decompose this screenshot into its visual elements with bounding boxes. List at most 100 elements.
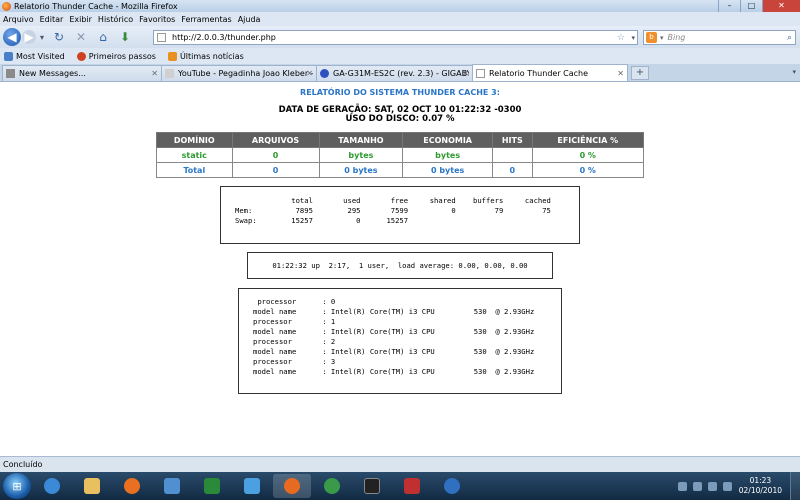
cmd-icon	[364, 478, 380, 494]
clock[interactable]: 01:23 02/10/2010	[739, 476, 782, 496]
media-player-icon	[124, 478, 140, 494]
cpu-output-box: processor : 0 model name : Intel(R) Core…	[238, 288, 562, 394]
url-dropdown-icon[interactable]: ▾	[631, 34, 635, 42]
cache-stats-table: DOMÍNIO ARQUIVOS TAMANHO ECONOMIA HITS E…	[156, 132, 644, 178]
close-button[interactable]: ✕	[762, 0, 800, 12]
most-visited-icon	[4, 51, 13, 61]
bookmark-label: Most Visited	[16, 51, 65, 61]
table-row: Total 0 0 bytes 0 bytes 0 0 %	[156, 162, 644, 178]
forward-icon[interactable]: ▶	[22, 30, 36, 44]
tab-label: New Messages...	[19, 69, 86, 78]
taskbar-cmd[interactable]	[353, 474, 391, 498]
taskbar-windows-media[interactable]	[153, 474, 191, 498]
column-header: ECONOMIA	[402, 132, 494, 148]
menu-exibir[interactable]: Exibir	[66, 15, 95, 24]
address-bar[interactable]: http://2.0.0.3/thunder.php ☆ ▾	[153, 30, 638, 45]
tab-strip: New Messages... ✕ YouTube - Pegadinha Jo…	[0, 64, 800, 82]
table-cell: 0	[231, 147, 320, 163]
engine-dropdown-icon[interactable]: ▾	[660, 34, 664, 42]
table-cell: Total	[156, 162, 233, 178]
taskbar-gigabyte[interactable]	[393, 474, 431, 498]
home-icon[interactable]: ⌂	[92, 30, 114, 44]
taskbar-ie[interactable]	[33, 474, 71, 498]
gigabyte-icon	[404, 478, 420, 494]
new-tab-button[interactable]: +	[631, 66, 649, 80]
explorer-icon	[84, 478, 100, 494]
windows-taskbar: ⊞ 01:23 02/10/2010	[0, 472, 800, 500]
menu-historico[interactable]: Histórico	[95, 15, 136, 24]
column-header: HITS	[492, 132, 533, 148]
table-cell: 0 bytes	[318, 162, 404, 178]
bookmark-star-icon[interactable]: ☆	[617, 33, 625, 43]
menu-editar[interactable]: Editar	[37, 15, 67, 24]
tab-favicon	[320, 69, 329, 78]
menu-ferramentas[interactable]: Ferramentas	[178, 15, 234, 24]
taskbar-chrome[interactable]	[313, 474, 351, 498]
status-text: Concluído	[3, 460, 43, 469]
menu-favoritos[interactable]: Favoritos	[136, 15, 178, 24]
window-title: Relatorio Thunder Cache - Mozilla Firefo…	[14, 1, 178, 11]
memory-output: total used free shared buffers cached Me…	[235, 196, 551, 225]
excel-icon	[204, 478, 220, 494]
volume-icon[interactable]	[722, 481, 732, 491]
history-dropdown-icon[interactable]: ▾	[36, 33, 48, 42]
report-header: DATA DE GERAÇÃO: SAT, 02 OCT 10 01:22:32…	[0, 106, 800, 124]
column-header: TAMANHO	[318, 132, 404, 148]
show-desktop-button[interactable]	[790, 472, 800, 500]
menu-arquivo[interactable]: Arquivo	[0, 15, 37, 24]
taskbar-explorer[interactable]	[73, 474, 111, 498]
close-tab-icon[interactable]: ✕	[617, 69, 624, 78]
live-messenger-icon	[244, 478, 260, 494]
back-icon[interactable]: ◀	[3, 28, 21, 46]
show-hidden-icons-icon[interactable]	[677, 481, 687, 491]
bookmark-primeiros-passos[interactable]: Primeiros passos	[76, 51, 156, 61]
table-cell: 0 %	[531, 162, 644, 178]
tab-label: YouTube - Pegadinha Joao Kleber -...	[178, 69, 313, 78]
firefox-icon	[284, 478, 300, 494]
start-button[interactable]: ⊞	[3, 473, 31, 499]
tab-gigabyte[interactable]: GA-G31M-ES2C (rev. 2.3) - GIGABYTE ... ✕	[316, 65, 473, 81]
network-icon[interactable]	[692, 481, 702, 491]
uptime-output-box: 01:22:32 up 2:17, 1 user, load average: …	[247, 252, 553, 279]
menu-ajuda[interactable]: Ajuda	[235, 15, 264, 24]
reload-icon[interactable]: ↻	[48, 30, 70, 44]
system-tray: 01:23 02/10/2010	[675, 472, 800, 500]
tab-relatorio[interactable]: Relatorio Thunder Cache ✕	[472, 64, 628, 81]
table-cell: bytes	[318, 147, 404, 163]
download-icon[interactable]: ⬇	[114, 30, 136, 44]
taskbar-download[interactable]	[433, 474, 471, 498]
taskbar-firefox[interactable]	[273, 474, 311, 498]
close-tab-icon[interactable]: ✕	[462, 69, 469, 78]
search-box[interactable]: b ▾ Bing ⌕	[643, 30, 796, 45]
bookmarks-toolbar: Most Visited Primeiros passos Últimas no…	[0, 48, 800, 64]
close-tab-icon[interactable]: ✕	[151, 69, 158, 78]
bing-icon[interactable]: b	[646, 32, 657, 43]
minimize-button[interactable]: –	[718, 0, 740, 12]
clock-time: 01:23	[749, 476, 772, 485]
bookmark-ultimas-noticias[interactable]: Últimas notícias	[167, 51, 244, 61]
rss-icon	[167, 51, 177, 61]
tab-youtube[interactable]: YouTube - Pegadinha Joao Kleber -... ✕	[161, 65, 317, 81]
url-text: http://2.0.0.3/thunder.php	[172, 33, 276, 42]
search-icon[interactable]: ⌕	[787, 33, 792, 43]
table-header-row: DOMÍNIO ARQUIVOS TAMANHO ECONOMIA HITS E…	[156, 132, 644, 148]
page-icon	[157, 33, 166, 42]
tab-list-dropdown-icon[interactable]: ▾	[792, 68, 796, 76]
firefox-bookmark-icon	[76, 51, 86, 61]
window-controls: – □ ✕	[718, 0, 800, 12]
maximize-button[interactable]: □	[740, 0, 762, 12]
memory-output-box: total used free shared buffers cached Me…	[220, 186, 580, 244]
tab-new-messages[interactable]: New Messages... ✕	[2, 65, 162, 81]
stop-icon[interactable]: ✕	[70, 30, 92, 44]
uptime-output: 01:22:32 up 2:17, 1 user, load average: …	[268, 261, 528, 270]
close-tab-icon[interactable]: ✕	[306, 69, 313, 78]
taskbar-live-messenger[interactable]	[233, 474, 271, 498]
table-cell: static	[156, 147, 233, 163]
taskbar-excel[interactable]	[193, 474, 231, 498]
taskbar-media-player[interactable]	[113, 474, 151, 498]
table-cell	[492, 147, 533, 163]
table-cell: 0 bytes	[402, 162, 494, 178]
windows-media-icon	[164, 478, 180, 494]
bookmark-most-visited[interactable]: Most Visited	[4, 51, 65, 61]
flag-icon[interactable]	[707, 481, 717, 491]
